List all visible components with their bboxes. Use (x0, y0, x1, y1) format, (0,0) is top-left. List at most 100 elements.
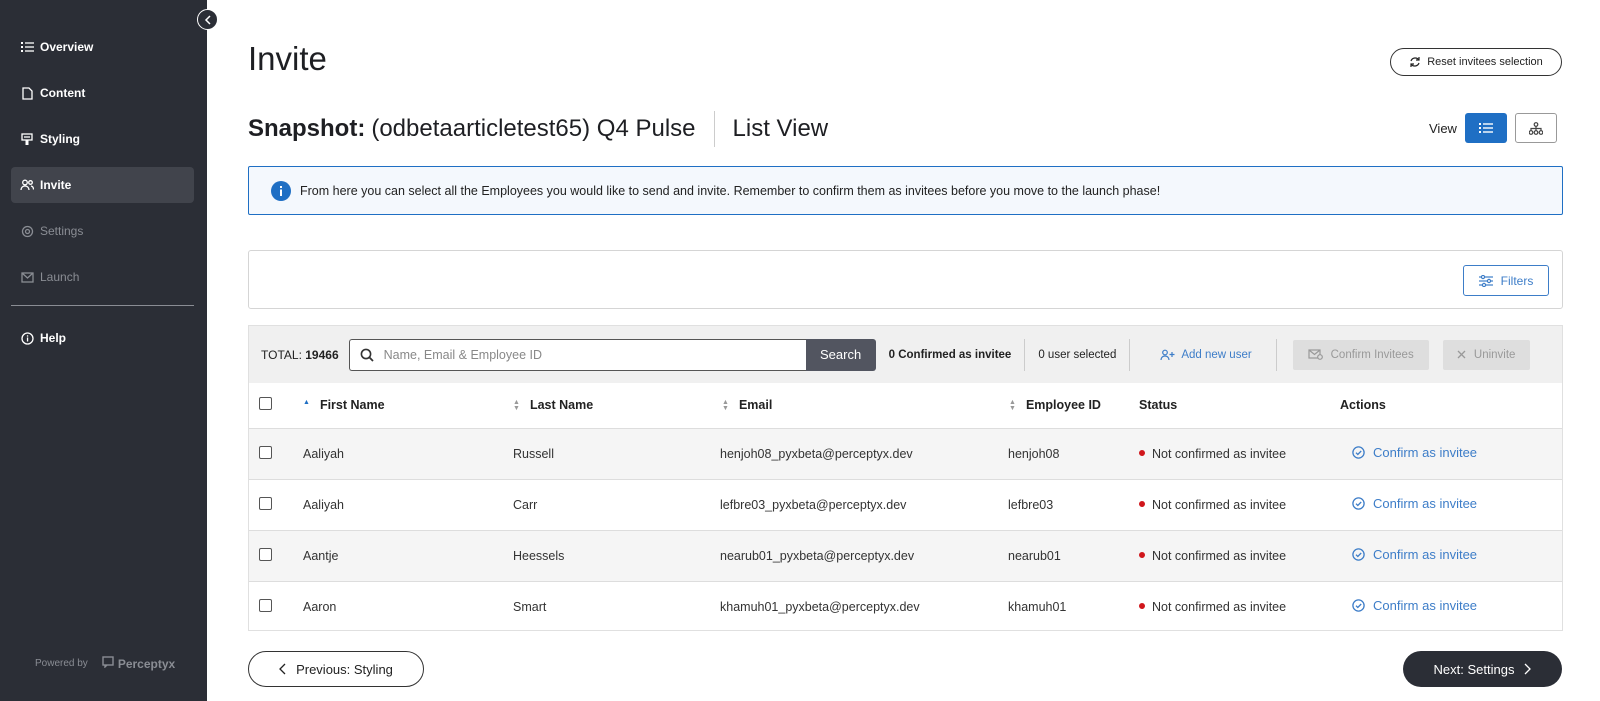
confirm-as-invitee-label: Confirm as invitee (1373, 598, 1478, 613)
previous-styling-button[interactable]: Previous: Styling (248, 651, 424, 687)
snapshot-name: (odbetaarticletest65) Q4 Pulse (371, 115, 696, 142)
chevron-left-icon (279, 663, 286, 675)
cell-actions: Confirm as invitee (1328, 581, 1562, 630)
sort-icon: ▲ ▼ (513, 398, 520, 412)
cell-actions: Confirm as invitee (1328, 479, 1562, 531)
sort-icon: ▲ ▼ (722, 398, 729, 412)
sidebar-item-styling[interactable]: Styling (11, 121, 194, 157)
filters-panel: Filters (248, 250, 1563, 309)
uninvite-label: Uninvite (1473, 348, 1516, 361)
sliders-icon (1478, 274, 1493, 287)
heading-divider (713, 111, 715, 147)
cell-email: nearub01_pyxbeta@perceptyx.dev (706, 530, 994, 582)
sidebar-item-label: Overview (40, 40, 94, 54)
confirm-as-invitee-link[interactable]: Confirm as invitee (1352, 445, 1477, 460)
cell-status: Not confirmed as invitee (1127, 479, 1328, 531)
column-header-employee-id[interactable]: ▲ ▼ Employee ID (994, 383, 1127, 429)
status-dot-icon (1139, 500, 1145, 507)
cell-status: Not confirmed as invitee (1127, 530, 1328, 582)
main-content: Invite Reset invitees selection Snapshot… (207, 0, 1600, 701)
sidebar-item-overview[interactable]: Overview (11, 29, 194, 65)
cell-first-name: Aaron (287, 581, 497, 630)
search-field (348, 338, 806, 371)
reset-invitees-button[interactable]: Reset invitees selection (1390, 48, 1562, 76)
brand-name: Perceptyx (117, 656, 176, 671)
sort-icon: ▲ ▼ (1009, 398, 1016, 412)
search-input[interactable] (383, 347, 784, 362)
column-header-email[interactable]: ▲ ▼ Email (706, 383, 994, 429)
powered-by-label: Powered by (35, 658, 88, 669)
confirm-invitees-button[interactable]: Confirm Invitees (1292, 339, 1429, 370)
snapshot-label: Snapshot: (248, 115, 366, 142)
info-icon (20, 331, 34, 345)
sidebar-item-content[interactable]: Content (11, 75, 194, 111)
column-header-status: Status (1127, 383, 1328, 429)
invitees-table: ▲▼First Name ▲▼Last Name ▲▼Email ▲▼Emplo… (249, 383, 1562, 630)
row-checkbox[interactable] (259, 547, 272, 561)
uninvite-button[interactable]: Uninvite (1442, 339, 1530, 370)
list-icon (20, 40, 34, 54)
confirm-as-invitee-label: Confirm as invitee (1373, 445, 1478, 460)
hierarchy-view-button[interactable] (1514, 113, 1557, 143)
total-count: TOTAL: 19466 (261, 348, 339, 362)
gear-icon (20, 224, 34, 238)
sidebar: Overview Content Styling Invite Settings (0, 0, 207, 701)
sidebar-collapse-button[interactable] (197, 9, 218, 30)
status-text: Not confirmed as invitee (1152, 599, 1287, 614)
check-circle-icon (1352, 548, 1365, 561)
page-footer: Previous: Styling Next: Settings (207, 631, 1600, 701)
previous-label: Previous: Styling (296, 661, 393, 677)
selected-count: 0 user selected (1025, 338, 1131, 371)
sidebar-item-label: Content (40, 86, 86, 100)
mail-icon (20, 270, 34, 284)
add-user-icon (1160, 349, 1175, 361)
sidebar-item-label: Help (40, 331, 67, 345)
search-icon (360, 348, 374, 362)
sidebar-item-label: Styling (40, 132, 81, 146)
table-row: Aaron Smart khamuh01_pyxbeta@perceptyx.dev… (249, 581, 1562, 630)
row-checkbox[interactable] (259, 445, 272, 459)
cell-email: henjoh08_pyxbeta@perceptyx.dev (706, 428, 994, 480)
info-icon (271, 180, 291, 201)
table-header-row: ▲▼First Name ▲▼Last Name ▲▼Email ▲▼Emplo… (249, 383, 1562, 429)
confirm-as-invitee-link[interactable]: Confirm as invitee (1352, 496, 1477, 511)
status-dot-icon (1139, 602, 1145, 609)
close-icon (1457, 350, 1466, 359)
users-icon (20, 178, 34, 192)
search-button[interactable]: Search (805, 338, 876, 371)
select-all-checkbox[interactable] (259, 397, 272, 411)
cell-last-name: Heessels (497, 530, 706, 582)
next-label: Next: Settings (1433, 661, 1515, 677)
info-banner: From here you can select all the Employe… (248, 166, 1563, 215)
cell-last-name: Russell (497, 428, 706, 480)
sidebar-item-invite[interactable]: Invite (11, 167, 194, 203)
confirm-as-invitee-link[interactable]: Confirm as invitee (1352, 598, 1477, 613)
sidebar-item-settings[interactable]: Settings (11, 213, 194, 249)
page-title: Invite (248, 40, 327, 77)
add-new-user-label: Add new user (1181, 348, 1252, 361)
cell-actions: Confirm as invitee (1328, 530, 1562, 582)
list-view-button[interactable] (1464, 113, 1507, 143)
row-checkbox[interactable] (259, 496, 272, 510)
chevron-right-icon (1524, 663, 1532, 675)
table-toolbar: TOTAL: 19466 Search 0 Confirmed as invit… (249, 326, 1562, 383)
cell-first-name: Aaliyah (287, 479, 497, 531)
add-new-user-button[interactable]: Add new user (1130, 338, 1277, 371)
column-header-last-name[interactable]: ▲ ▼ Last Name (497, 383, 706, 429)
sidebar-item-help[interactable]: Help (11, 320, 194, 356)
sidebar-nav: Overview Content Styling Invite Settings (11, 29, 194, 366)
sidebar-item-launch[interactable]: Launch (11, 259, 194, 295)
confirm-as-invitee-link[interactable]: Confirm as invitee (1352, 547, 1477, 562)
cell-first-name: Aantje (287, 530, 497, 582)
next-settings-button[interactable]: Next: Settings (1403, 651, 1562, 687)
cell-email: khamuh01_pyxbeta@perceptyx.dev (706, 581, 994, 630)
cell-last-name: Carr (497, 479, 706, 531)
column-header-first-name[interactable]: ▲▼First Name (287, 383, 497, 429)
sidebar-divider (11, 305, 194, 306)
check-circle-icon (1352, 446, 1365, 459)
sort-asc-icon: ▲▼ (303, 398, 310, 406)
table-row: Aantje Heessels nearub01_pyxbeta@perceptyx… (249, 530, 1562, 582)
row-checkbox[interactable] (259, 598, 272, 612)
view-label: View (1429, 120, 1457, 136)
filters-button[interactable]: Filters (1463, 265, 1549, 296)
